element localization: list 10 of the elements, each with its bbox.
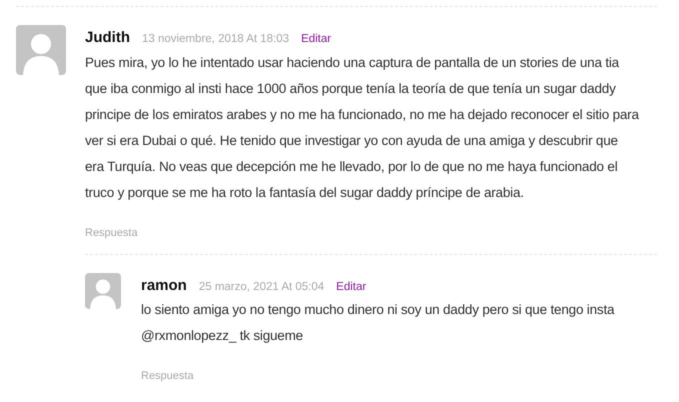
- avatar-icon: [16, 25, 66, 75]
- edit-link[interactable]: Editar: [301, 31, 332, 48]
- edit-link[interactable]: Editar: [336, 278, 366, 296]
- author-name: ramon: [141, 276, 187, 296]
- comment-text: lo siento amiga yo no tengo mucho dinero ni soy un daddy pero si que tengo insta @rxmonlopezz_ tk sigueme: [141, 301, 616, 345]
- author-name: Judith: [85, 28, 130, 48]
- comment-text: Pues mira, yo lo he intentado usar haciendo una captura de pantalla de un stories de una tia que iba conmigo al insti hace 1000 años porque tenía la teoría de que tenía un sugar daddy principe de los emiratos arabes y no me ha funcionado, no me ha dejado reconocer el sitio para ver si era Dubai o qué. He tenido que investigar yo con ayuda de una amiga y descubrir que era Turquía. No veas que decepción me he llevado, por lo de que no me haya funcionado el truco y porque se me ha roto la fantasía del sugar daddy príncipe de arabia.: [85, 54, 640, 202]
- avatar-icon: [85, 272, 121, 308]
- comment-date: 25 marzo, 2021 At 05:04: [198, 280, 324, 294]
- comment-date: 13 noviembre, 2018 At 18:03: [142, 32, 290, 47]
